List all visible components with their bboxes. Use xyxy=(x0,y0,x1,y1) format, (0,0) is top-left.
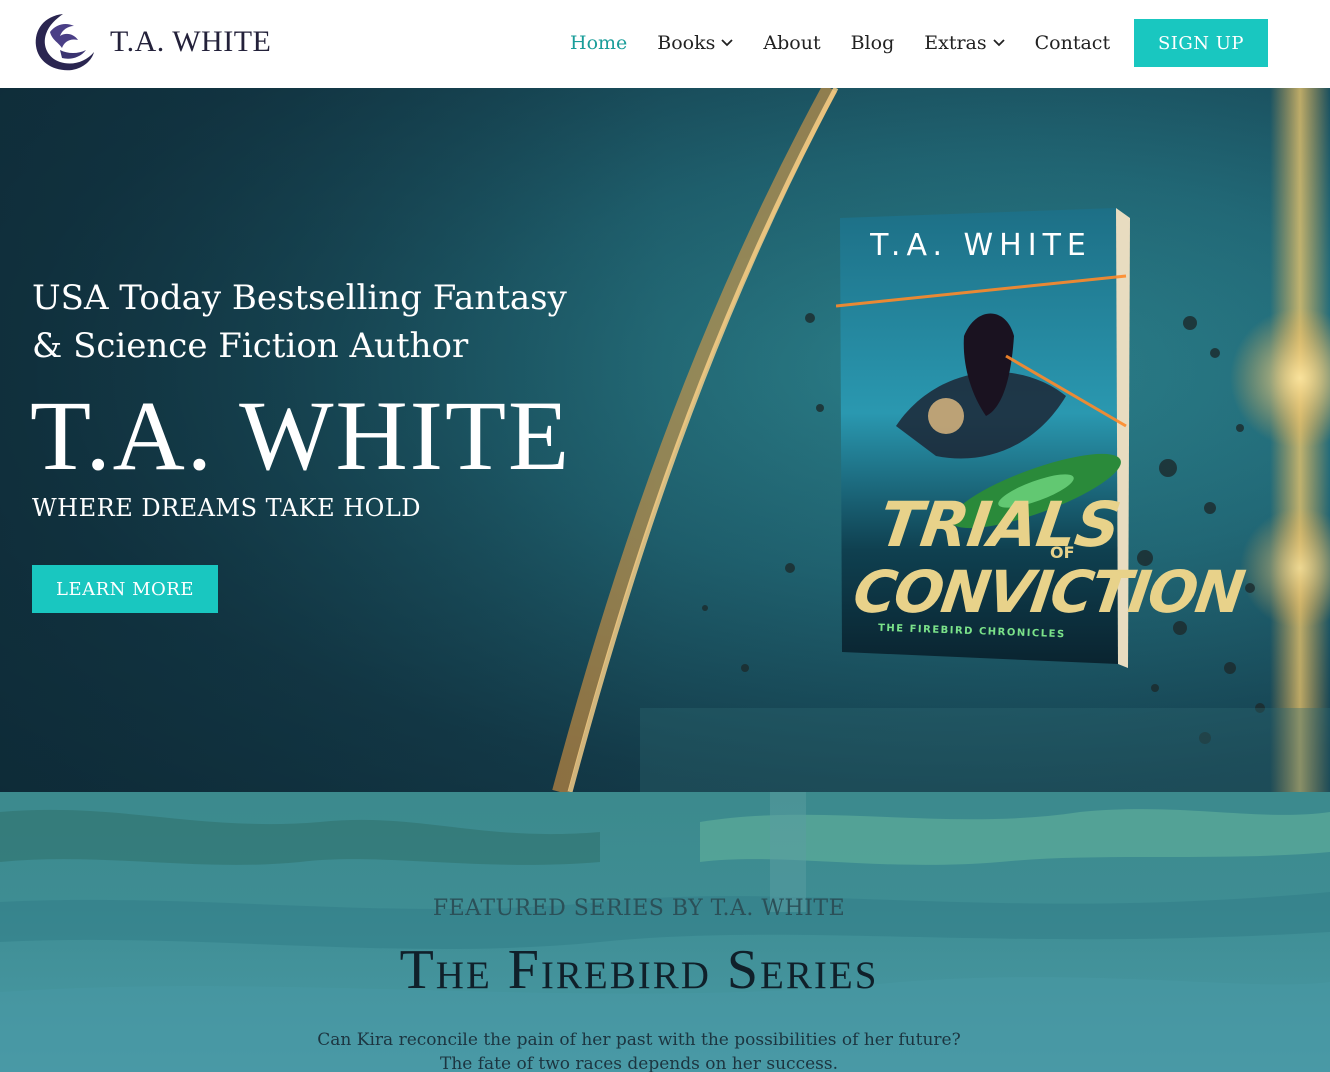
nav-extras-label: Extras xyxy=(924,32,987,54)
hero-author-name: T.A. WHITE xyxy=(30,380,572,491)
hero-section: USA Today Bestselling Fantasy & Science … xyxy=(0,88,1330,792)
nav-about[interactable]: About xyxy=(763,32,820,54)
nav-home[interactable]: Home xyxy=(570,32,627,54)
hero-tagline: USA Today Bestselling Fantasy & Science … xyxy=(32,278,567,366)
featured-series-title: The Firebird Series xyxy=(399,939,879,1001)
featured-kicker: FEATURED SERIES BY T.A. WHITE xyxy=(432,896,846,921)
nav-books-label: Books xyxy=(657,32,716,54)
book-author: T.A. WHITE xyxy=(870,228,1092,263)
site-logo[interactable]: T.A. WHITE xyxy=(30,10,271,74)
book-title-line1: TRIALS xyxy=(874,488,1125,561)
chevron-down-icon xyxy=(721,39,734,47)
featured-description-line2: The fate of two races depends on her suc… xyxy=(440,1054,838,1072)
chevron-down-icon xyxy=(992,39,1005,47)
hero-slogan: WHERE DREAMS TAKE HOLD xyxy=(32,494,422,522)
logo-text: T.A. WHITE xyxy=(110,25,272,58)
site-header: T.A. WHITE Home Books About Blog Extras … xyxy=(0,0,1330,88)
nav-extras[interactable]: Extras xyxy=(924,32,1005,54)
nav-blog[interactable]: Blog xyxy=(851,32,895,54)
learn-more-button[interactable]: LEARN MORE xyxy=(32,565,218,613)
signup-button[interactable]: SIGN UP xyxy=(1134,19,1268,67)
nav-books[interactable]: Books xyxy=(657,32,734,54)
nav-contact[interactable]: Contact xyxy=(1035,32,1110,54)
book-title-line2: CONVICTION xyxy=(849,558,1248,626)
featured-description: Can Kira reconcile the pain of her past … xyxy=(0,1028,1278,1072)
featured-series-section: FEATURED SERIES BY T.A. WHITE The Firebi… xyxy=(0,792,1330,1072)
featured-description-line1: Can Kira reconcile the pain of her past … xyxy=(317,1030,961,1050)
main-nav: Home Books About Blog Extras Contact xyxy=(570,19,1140,67)
dragon-logo-icon xyxy=(35,14,94,71)
